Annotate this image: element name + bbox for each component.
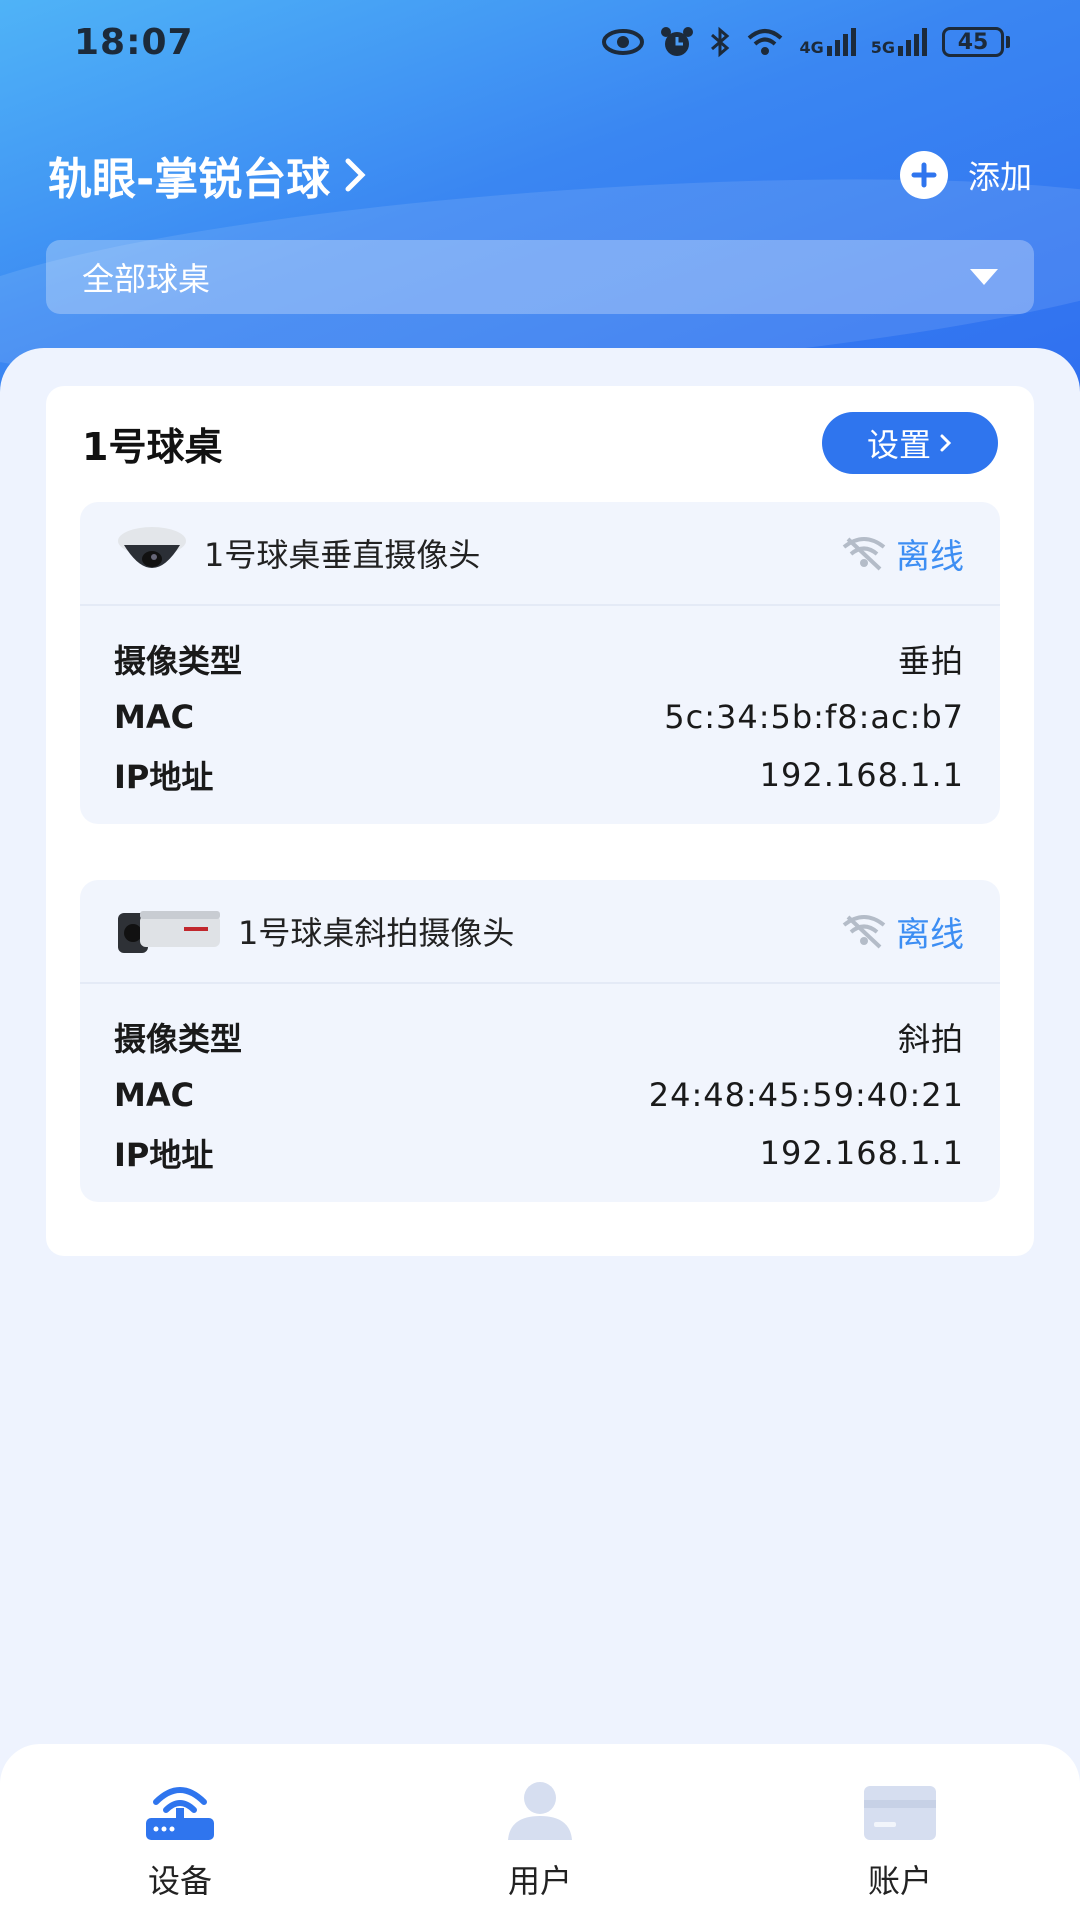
status-time: 18:07 <box>74 21 194 63</box>
camera-details: 摄像类型 斜拍 MAC 24:48:45:59:40:21 IP地址 192.1… <box>80 984 1000 1182</box>
camera-details: 摄像类型 垂拍 MAC 5c:34:5b:f8:ac:b7 IP地址 192.1… <box>80 606 1000 804</box>
camera-status-label: 离线 <box>896 536 964 577</box>
tab-label: 用户 <box>507 1862 572 1900</box>
camera-ip-row: IP地址 192.168.1.1 <box>114 746 964 804</box>
bottom-tab-bar: 设备 用户 账户 <box>0 1744 1080 1920</box>
camera-mac-row: MAC 5c:34:5b:f8:ac:b7 <box>114 688 964 746</box>
camera-status: 离线 <box>840 907 964 956</box>
settings-label: 设置 <box>866 426 931 464</box>
camera-type-row: 摄像类型 斜拍 <box>114 1008 964 1066</box>
battery-level: 45 <box>942 27 1004 57</box>
table-name: 1号球桌 <box>82 424 223 469</box>
signal-4g: 4G <box>799 28 856 56</box>
detail-value: 斜拍 <box>897 1020 964 1058</box>
table-filter-select[interactable]: 全部球桌 <box>46 240 1034 314</box>
store-selector[interactable]: 轨眼-掌锐台球 <box>48 143 370 207</box>
detail-label: MAC <box>114 698 195 736</box>
tab-account[interactable]: 账户 <box>800 1780 1000 1902</box>
wifi-off-icon <box>842 537 886 571</box>
user-icon <box>508 1782 572 1840</box>
camera-name: 1号球桌斜拍摄像头 <box>238 914 515 952</box>
wifi-off-icon <box>842 915 886 949</box>
signal-bars-icon <box>898 28 927 56</box>
detail-label: 摄像类型 <box>114 1020 243 1058</box>
eye-icon <box>602 29 645 55</box>
net-5g-label: 5G <box>870 38 895 57</box>
status-icons: 4G 5G 45 <box>601 24 1010 60</box>
detail-label: IP地址 <box>114 1136 214 1174</box>
plus-icon <box>899 151 948 199</box>
camera-card-header: 1号球桌斜拍摄像头 离线 <box>80 880 1000 984</box>
camera-status: 离线 <box>840 529 964 578</box>
alarm-icon <box>661 27 694 56</box>
router-icon <box>146 1787 214 1840</box>
battery-icon: 45 <box>942 27 1010 57</box>
settings-button[interactable]: 设置 <box>822 412 998 474</box>
card-icon <box>864 1786 936 1840</box>
detail-label: 摄像类型 <box>114 642 243 680</box>
wifi-icon <box>748 29 783 55</box>
add-label: 添加 <box>967 158 1032 196</box>
bluetooth-icon <box>711 26 730 58</box>
dropdown-triangle-icon <box>970 269 998 285</box>
camera-type-row: 摄像类型 垂拍 <box>114 630 964 688</box>
chevron-right-icon <box>345 158 366 192</box>
bullet-camera-icon <box>118 911 220 953</box>
camera-card-header: 1号球桌垂直摄像头 离线 <box>80 502 1000 606</box>
detail-label: MAC <box>114 1076 195 1114</box>
signal-bars-icon <box>826 28 856 56</box>
signal-5g: 5G <box>871 28 928 56</box>
store-title: 轨眼-掌锐台球 <box>48 154 331 205</box>
detail-value: 5c:34:5b:f8:ac:b7 <box>664 698 964 736</box>
detail-label: IP地址 <box>114 758 214 796</box>
detail-value: 垂拍 <box>897 642 964 680</box>
camera-name: 1号球桌垂直摄像头 <box>204 536 481 574</box>
camera-card[interactable]: 1号球桌垂直摄像头 离线 摄像类型 垂拍 MAC 5c:34:5b:f8:ac:… <box>80 502 1000 824</box>
detail-value: 192.168.1.1 <box>759 1134 964 1172</box>
table-card: 1号球桌 设置 1号球桌垂直摄像头 离线 摄像类型 垂拍 MAC 5c:34:5… <box>46 386 1034 1256</box>
add-button[interactable]: 添加 <box>899 151 1032 199</box>
tab-label: 账户 <box>867 1862 932 1900</box>
detail-value: 24:48:45:59:40:21 <box>648 1076 964 1114</box>
table-card-header: 1号球桌 设置 <box>82 412 998 474</box>
net-4g-label: 4G <box>799 38 824 57</box>
table-filter-value: 全部球桌 <box>82 260 211 298</box>
camera-card[interactable]: 1号球桌斜拍摄像头 离线 摄像类型 斜拍 MAC 24:48:45:59:40:… <box>80 880 1000 1202</box>
header-title-row: 轨眼-掌锐台球 添加 <box>48 140 1032 210</box>
chevron-right-icon <box>940 434 952 452</box>
dome-camera-icon <box>118 527 186 568</box>
status-bar: 18:07 4G 5G 45 <box>0 0 1080 84</box>
camera-mac-row: MAC 24:48:45:59:40:21 <box>114 1066 964 1124</box>
tab-label: 设备 <box>147 1862 212 1900</box>
camera-status-label: 离线 <box>896 914 964 955</box>
camera-ip-row: IP地址 192.168.1.1 <box>114 1124 964 1182</box>
tab-devices[interactable]: 设备 <box>80 1780 280 1902</box>
detail-value: 192.168.1.1 <box>759 756 964 794</box>
tab-users[interactable]: 用户 <box>440 1780 640 1902</box>
